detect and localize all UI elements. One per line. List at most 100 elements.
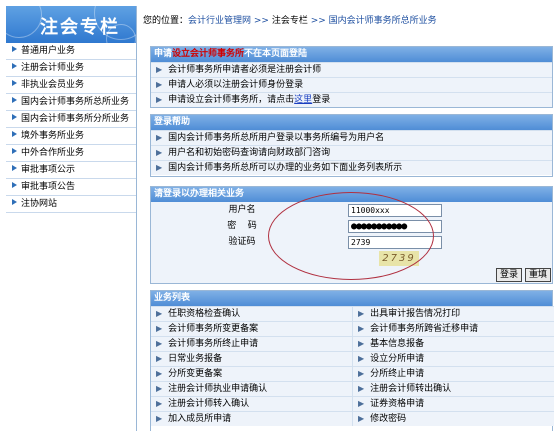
business-item[interactable]: ▶ 证券资格申请 [353,396,554,411]
business-item-label: 会计师事务所变更备案 [168,324,259,334]
captcha-label: 验证码 [151,235,333,250]
business-item[interactable]: ▶ 会计师事务所跨省迁移申请 [353,321,554,336]
apply-panel-header: 申请设立会计师事务所不在本页面登陆 [151,47,552,62]
breadcrumb-section[interactable]: 注会专栏 [272,16,308,26]
business-list-grid: ▶ 任职资格检查确认 ▶ 出具审计报告情况打印 ▶ 会计师事务所变更备案 ▶ 会计师事务所跨省… [151,306,554,426]
breadcrumb-link-home[interactable]: 会计行业管理网 [188,16,251,26]
business-item[interactable]: ▶ 加入成员所申请 [151,411,353,426]
captcha-image[interactable]: 2739 [379,251,419,266]
business-item-label: 注册会计师转入确认 [168,399,250,409]
bullet-icon: ▶ [358,369,365,378]
login-button[interactable]: 登录 [496,268,523,282]
sidebar-title: 注会专栏 [40,17,120,38]
bullet-icon: ▶ [358,309,365,318]
business-item[interactable]: ▶ 注册会计师转出确认 [353,381,554,396]
sidebar-item-label: 中外合作所业务 [21,148,85,158]
bullet-icon: ▶ [358,339,365,348]
bullet-icon: ▶ [156,133,163,142]
apply-notice-panel: 申请设立会计师事务所不在本页面登陆 ▶ 会计师事务所申请者必须是注册会计师 ▶ 申请… [150,46,553,108]
username-row: 用户名 [151,203,554,218]
breadcrumb: 您的位置：会计行业管理网 >> 注会专栏 >> 国内会计师事务所总所业务 [143,13,437,26]
apply-title-suffix: 不在本页面登陆 [244,49,308,59]
bullet-icon: ▶ [358,324,365,333]
bullet-icon: ▶ [156,354,163,363]
login-help-panel: 登录帮助 ▶ 国内会计师事务所总所用户登录以事务所编号为用户名 ▶ 用户名和初始密码… [150,114,553,177]
username-input[interactable] [348,204,442,217]
sidebar-item[interactable]: 非执业会员业务 [6,77,136,94]
help-row: ▶ 国内会计师事务所总所用户登录以事务所编号为用户名 [151,130,552,145]
sidebar-item-label: 国内会计师事务所分所业务 [21,114,130,124]
help-row: ▶ 用户名和初始密码查询请向财政部门咨询 [151,145,552,160]
sidebar-item-label: 审批事项公示 [21,165,76,175]
password-label: 密 码 [151,219,333,234]
password-row: 密 码 [151,219,554,234]
apply-notice-row: ▶ 申请设立会计师事务所，请点击这里登录 [151,92,552,107]
sidebar-item[interactable]: 注册会计师业务 [6,60,136,77]
sidebar-item[interactable]: 国内会计师事务所分所业务 [6,111,136,128]
business-item-label: 基本信息报备 [370,339,425,349]
business-item[interactable]: ▶ 注册会计师转入确认 [151,396,353,411]
sidebar-item-label: 境外事务所业务 [21,131,85,141]
bullet-icon: ▶ [156,414,163,423]
apply-notice-text: 申请人必须以注册会计师身份登录 [168,80,304,90]
apply-here-link[interactable]: 这里 [294,95,312,105]
sidebar-item[interactable]: 普通用户业务 [6,43,136,60]
business-item-label: 分所变更备案 [168,369,223,379]
business-item-label: 设立分所申请 [370,354,425,364]
arrow-right-icon [12,80,17,86]
captcha-input[interactable] [348,236,442,249]
business-item[interactable]: ▶ 会计师事务所变更备案 [151,321,353,336]
business-item-label: 会计师事务所跨省迁移申请 [370,324,479,334]
bullet-icon: ▶ [156,324,163,333]
arrow-right-icon [12,182,17,188]
arrow-right-icon [12,131,17,137]
reset-button[interactable]: 重填 [525,268,552,282]
arrow-right-icon [12,165,17,171]
business-item[interactable]: ▶ 基本信息报备 [353,336,554,351]
sidebar-item[interactable]: 中外合作所业务 [6,145,136,162]
business-item-label: 日常业务报备 [168,354,223,364]
help-panel-header: 登录帮助 [151,115,552,130]
sidebar-item[interactable]: 注协网站 [6,196,136,213]
sidebar: 注会专栏 普通用户业务注册会计师业务 非执业会员业务国内会计师事务所总所业务 国内会… [6,6,137,431]
password-input[interactable] [348,220,442,233]
bullet-icon: ▶ [156,163,163,172]
business-item[interactable]: ▶ 分所终止申请 [353,366,554,381]
business-item-label: 出具审计报告情况打印 [370,309,461,319]
apply-notice-row: ▶ 申请人必须以注册会计师身份登录 [151,77,552,92]
business-item[interactable]: ▶ 出具审计报告情况打印 [353,306,554,321]
sidebar-item[interactable]: 审批事项公示 [6,162,136,179]
bullet-icon: ▶ [156,65,163,74]
business-item-label: 会计师事务所终止申请 [168,339,259,349]
bullet-icon: ▶ [358,399,365,408]
arrow-right-icon [12,114,17,120]
help-text: 用户名和初始密码查询请向财政部门咨询 [168,148,331,158]
sidebar-header: 注会专栏 [6,6,136,43]
arrow-right-icon [12,46,17,52]
business-item[interactable]: ▶ 分所变更备案 [151,366,353,381]
sidebar-item-label: 注协网站 [21,199,58,209]
sidebar-item-label: 非执业会员业务 [21,80,85,90]
business-item[interactable]: ▶ 任职资格检查确认 [151,306,353,321]
username-label: 用户名 [151,203,333,218]
breadcrumb-separator: >> [307,16,329,26]
business-item-label: 修改密码 [370,414,407,424]
sidebar-item[interactable]: 审批事项公告 [6,179,136,196]
arrow-right-icon [12,148,17,154]
sidebar-item[interactable]: 国内会计师事务所总所业务 [6,94,136,111]
bullet-icon: ▶ [156,399,163,408]
business-item[interactable]: ▶ 设立分所申请 [353,351,554,366]
business-item[interactable]: ▶ 注册会计师执业申请确认 [151,381,353,396]
arrow-right-icon [12,199,17,205]
breadcrumb-prefix: 您的位置： [143,16,189,26]
sidebar-item-label: 国内会计师事务所总所业务 [21,97,130,107]
help-text: 国内会计师事务所总所可以办理的业务如下面业务列表所示 [168,163,403,173]
sidebar-item-label: 注册会计师业务 [21,63,85,73]
business-item[interactable]: ▶ 日常业务报备 [151,351,353,366]
business-item[interactable]: ▶ 会计师事务所终止申请 [151,336,353,351]
sidebar-item[interactable]: 境外事务所业务 [6,128,136,145]
business-item[interactable]: ▶ 修改密码 [353,411,554,426]
login-panel-header: 请登录以办理相关业务 [151,187,552,202]
bullet-icon: ▶ [156,369,163,378]
sidebar-menu: 普通用户业务注册会计师业务 非执业会员业务国内会计师事务所总所业务 国内会计师事务所… [6,43,136,213]
